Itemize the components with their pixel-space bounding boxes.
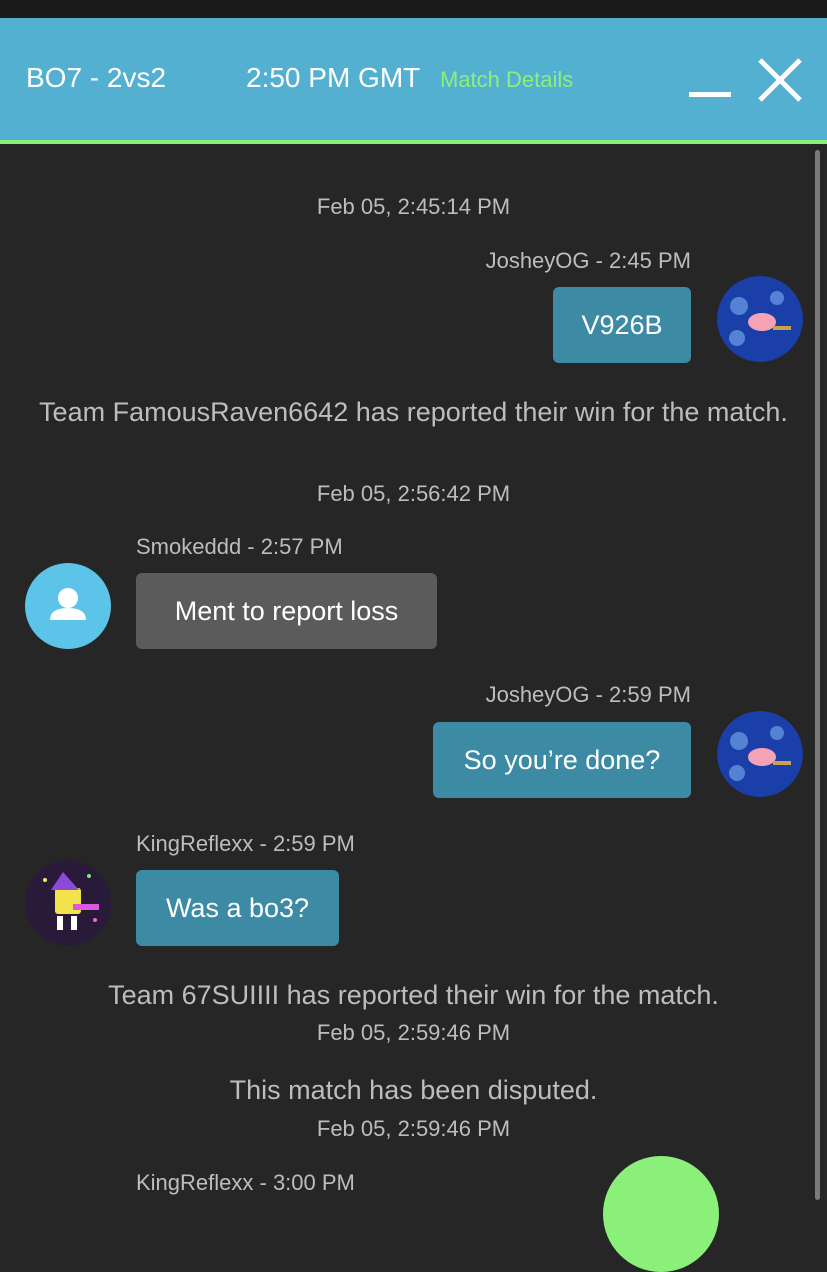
message-bubble: V926B xyxy=(553,287,691,363)
default-user-avatar[interactable] xyxy=(25,563,111,649)
system-message-time: Feb 05, 2:59:46 PM xyxy=(316,1116,511,1141)
close-icon xyxy=(758,58,802,102)
status-bar xyxy=(0,0,827,18)
system-message: This match has been disputed. xyxy=(229,1075,598,1105)
floating-action-button[interactable] xyxy=(603,1156,719,1272)
patrick-avatar[interactable] xyxy=(717,276,803,362)
system-message-time: Feb 05, 2:56:42 PM xyxy=(316,481,511,506)
system-message-time: Feb 05, 2:59:46 PM xyxy=(316,1020,511,1045)
message-sender: Smokeddd - 2:57 PM xyxy=(136,534,343,559)
message-sender: JosheyOG - 2:59 PM xyxy=(485,682,691,707)
match-time: 2:50 PM GMT xyxy=(246,62,421,93)
system-message: Team 67SUIIII has reported their win for… xyxy=(108,980,719,1010)
system-message: Team FamousRaven6642 has reported their … xyxy=(39,397,788,427)
match-title: BO7 - 2vs2 xyxy=(26,62,167,93)
minimize-button[interactable] xyxy=(689,92,731,98)
message-sender: JosheyOG - 2:45 PM xyxy=(485,248,691,273)
message-timestamp: Feb 05, 2:45:14 PM xyxy=(316,194,511,219)
message-sender: KingReflexx - 3:00 PM xyxy=(136,1170,355,1195)
patrick-avatar[interactable] xyxy=(717,711,803,797)
message-bubble: Was a bo3? xyxy=(136,870,339,946)
message-sender: KingReflexx - 2:59 PM xyxy=(136,831,355,856)
message-bubble: So you’re done? xyxy=(433,722,691,798)
close-button[interactable] xyxy=(756,56,804,104)
match-details-link[interactable]: Match Details xyxy=(440,67,573,93)
minimize-icon xyxy=(689,92,731,97)
user-icon xyxy=(50,588,86,620)
chat-header: BO7 - 2vs2 2:50 PM GMT Match Details xyxy=(0,18,827,144)
spongebob-avatar[interactable] xyxy=(25,860,111,946)
message-bubble: Ment to report loss xyxy=(136,573,437,649)
